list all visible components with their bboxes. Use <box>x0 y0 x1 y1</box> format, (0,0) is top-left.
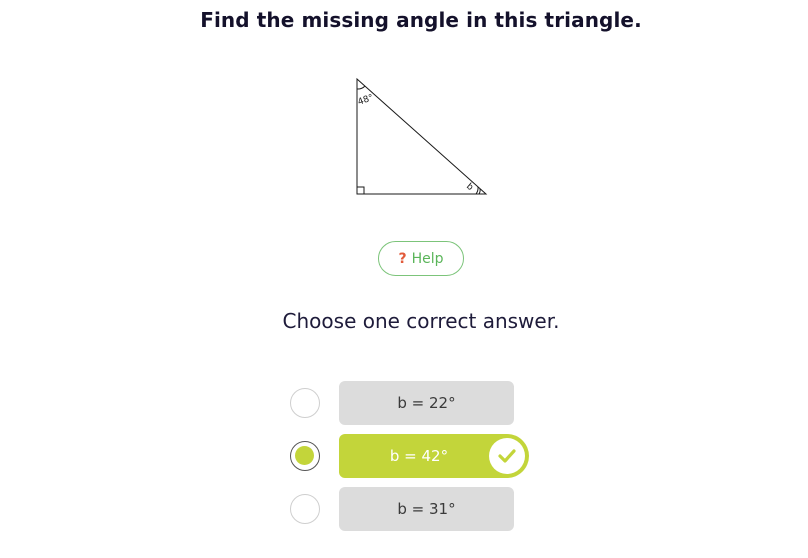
top-angle-arc <box>356 85 366 90</box>
help-button[interactable]: ? Help <box>378 241 464 276</box>
radio-selected-dot <box>295 446 314 465</box>
triangle-shape <box>356 77 488 195</box>
right-angle-marker <box>357 186 365 194</box>
checkmark-icon <box>489 438 525 474</box>
answer-button-2[interactable]: b = 42° <box>339 434 529 478</box>
answer-label: b = 31° <box>397 500 456 518</box>
answer-label: b = 42° <box>389 447 449 465</box>
radio-button-1[interactable] <box>290 388 320 418</box>
instruction-text: Choose one correct answer. <box>282 309 560 333</box>
angle-b-label: b <box>464 182 475 194</box>
radio-button-3[interactable] <box>290 494 320 524</box>
help-label: Help <box>411 250 444 267</box>
bottom-angle-arc <box>475 186 479 195</box>
answer-button-1[interactable]: b = 22° <box>339 381 514 425</box>
radio-button-2[interactable] <box>290 441 320 471</box>
triangle-diagram: 48° b <box>356 77 488 195</box>
answer-option-1: b = 22° <box>290 381 530 425</box>
question-title: Find the missing angle in this triangle. <box>200 8 642 32</box>
answer-label: b = 22° <box>397 394 456 412</box>
answer-option-2: b = 42° <box>290 434 530 478</box>
help-question-icon: ? <box>398 250 407 267</box>
answer-button-3[interactable]: b = 31° <box>339 487 514 531</box>
bottom-angle-arc-inner <box>478 188 481 195</box>
angle-48-label: 48° <box>357 93 375 108</box>
answer-option-3: b = 31° <box>290 487 530 531</box>
